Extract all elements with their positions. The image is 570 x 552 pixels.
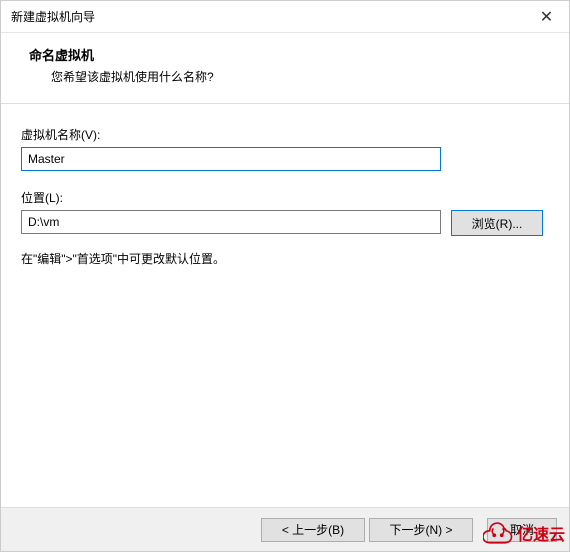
page-description: 您希望该虚拟机使用什么名称? — [29, 68, 551, 85]
back-button[interactable]: < 上一步(B) — [261, 518, 365, 542]
window-title: 新建虚拟机向导 — [11, 8, 524, 25]
vm-name-input[interactable] — [21, 147, 441, 171]
titlebar: 新建虚拟机向导 ✕ — [1, 1, 569, 33]
browse-button[interactable]: 浏览(R)... — [451, 210, 543, 236]
wizard-window: 新建虚拟机向导 ✕ 命名虚拟机 您希望该虚拟机使用什么名称? 虚拟机名称(V):… — [0, 0, 570, 552]
wizard-footer: < 上一步(B) 下一步(N) > 取消 — [1, 507, 569, 551]
default-location-note: 在"编辑">"首选项"中可更改默认位置。 — [21, 250, 549, 267]
vm-name-label: 虚拟机名称(V): — [21, 126, 549, 143]
cancel-button[interactable]: 取消 — [487, 518, 557, 542]
wizard-content: 虚拟机名称(V): 位置(L): 浏览(R)... 在"编辑">"首选项"中可更… — [1, 104, 569, 507]
close-icon: ✕ — [540, 7, 553, 27]
wizard-header: 命名虚拟机 您希望该虚拟机使用什么名称? — [1, 33, 569, 104]
next-button[interactable]: 下一步(N) > — [369, 518, 473, 542]
location-label: 位置(L): — [21, 189, 549, 206]
close-button[interactable]: ✕ — [524, 1, 569, 33]
location-row: 浏览(R)... — [21, 210, 549, 236]
page-title: 命名虚拟机 — [29, 45, 551, 64]
location-input[interactable] — [21, 210, 441, 234]
